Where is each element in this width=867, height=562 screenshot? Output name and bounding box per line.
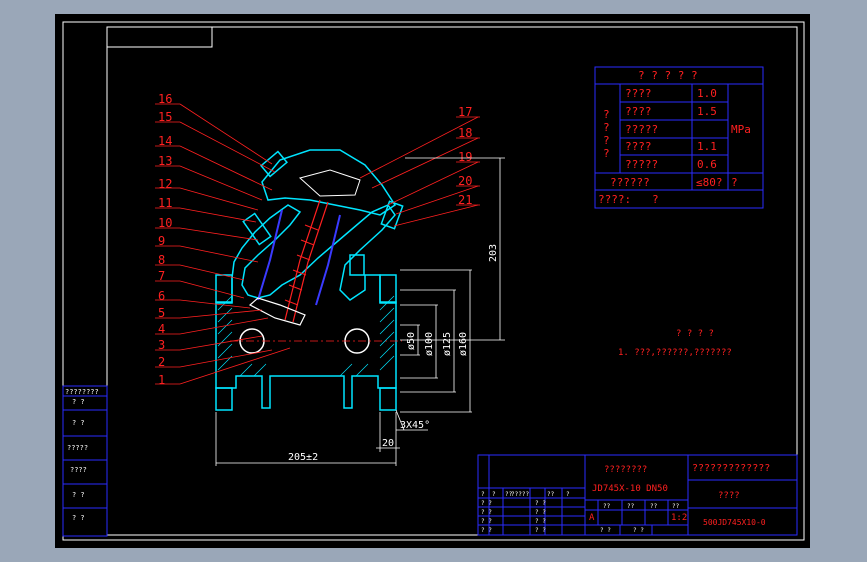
tb-sign-1b: ? ?: [535, 500, 546, 507]
tb-sign-4b: ? ?: [535, 527, 546, 534]
balloon-1: 1: [158, 373, 165, 387]
param-row4-value: 1.1: [697, 140, 717, 153]
notes-line-1: 1. ???,??????,???????: [618, 348, 732, 358]
param-side-2: ?: [603, 121, 610, 134]
tb-company: ????????: [604, 465, 647, 475]
param-side-3: ?: [603, 134, 610, 147]
strip-r3: ?????: [67, 444, 88, 452]
param-side-4: ?: [603, 147, 610, 160]
dim-20: 20: [382, 438, 394, 449]
param-row2-value: 1.5: [697, 105, 717, 118]
param-side-1: ?: [603, 108, 610, 121]
dim-dia100: ø100: [424, 332, 435, 356]
tb-sheet-1: ??: [603, 503, 611, 510]
tb-sign-1c: ? ?: [600, 527, 611, 534]
tb-sheet-3: ??: [650, 503, 658, 510]
strip-r2: ? ?: [72, 419, 85, 427]
tb-sign-2b: ? ?: [535, 509, 546, 516]
tb-sign-3a: ? ?: [481, 518, 492, 525]
param-row5-value: 0.6: [697, 158, 717, 171]
tb-head-2: ?: [492, 491, 496, 498]
param-row1-value: 1.0: [697, 87, 717, 100]
param-row1-name: ????: [625, 87, 652, 100]
notes-title: ? ? ? ?: [676, 329, 714, 339]
cad-drawing-canvas: 16 15 14 13 12 11 10 9 8 7 6 5 4 3 2 1 1…: [55, 14, 810, 548]
tb-sign-1d: ? ?: [633, 527, 644, 534]
tb-sheet-2: ??: [627, 503, 635, 510]
tb-head-6: ?: [566, 491, 570, 498]
strip-r1b: ? ?: [72, 398, 85, 406]
param-unit: MPa: [731, 123, 751, 136]
tb-sign-4a: ? ?: [481, 527, 492, 534]
tb-part-no: JD745X-10 DN50: [592, 484, 668, 494]
param-row3-name: ?????: [625, 123, 658, 136]
tb-drawing-name: ?????????????: [692, 463, 770, 474]
dim-length: 205±2: [288, 452, 318, 463]
param-temp-value: ≤80?: [696, 176, 723, 189]
param-temp-unit: ?: [731, 176, 738, 189]
param-temp-name: ??????: [610, 176, 650, 189]
tb-head-5: ??: [547, 491, 555, 498]
tb-sheet-4: ??: [672, 503, 680, 510]
param-row2-name: ????: [625, 105, 652, 118]
tb-head-1: ?: [481, 491, 485, 498]
param-medium-name: ????:: [598, 193, 631, 206]
strip-r5: ? ?: [72, 491, 85, 499]
dim-dia125: ø125: [442, 332, 453, 356]
param-title: ? ? ? ? ?: [638, 69, 698, 82]
tb-stage: A: [589, 513, 595, 523]
param-row4-name: ????: [625, 140, 652, 153]
tb-sign-1a: ? ?: [481, 500, 492, 507]
balloon-6: 6: [158, 289, 165, 303]
dim-dia160: ø160: [458, 332, 469, 356]
balloon-12: 12: [158, 177, 172, 191]
param-medium-value: ?: [652, 193, 659, 206]
tb-sign-3b: ? ?: [535, 518, 546, 525]
tb-material: ????: [718, 491, 740, 501]
dim-chamfer: 3X45°: [400, 420, 430, 431]
dim-dia50: ø50: [406, 332, 417, 350]
strip-r4: ????: [70, 466, 87, 474]
tb-scale: 1:2: [671, 513, 687, 523]
tb-drawing-code: 500JD745X10-0: [703, 518, 766, 527]
strip-r6: ? ?: [72, 514, 85, 522]
strip-r1: ????????: [65, 388, 99, 396]
tb-head-4: ?????: [511, 491, 529, 498]
param-row5-name: ?????: [625, 158, 658, 171]
dim-203: 203: [488, 244, 499, 262]
tb-sign-2a: ? ?: [481, 509, 492, 516]
